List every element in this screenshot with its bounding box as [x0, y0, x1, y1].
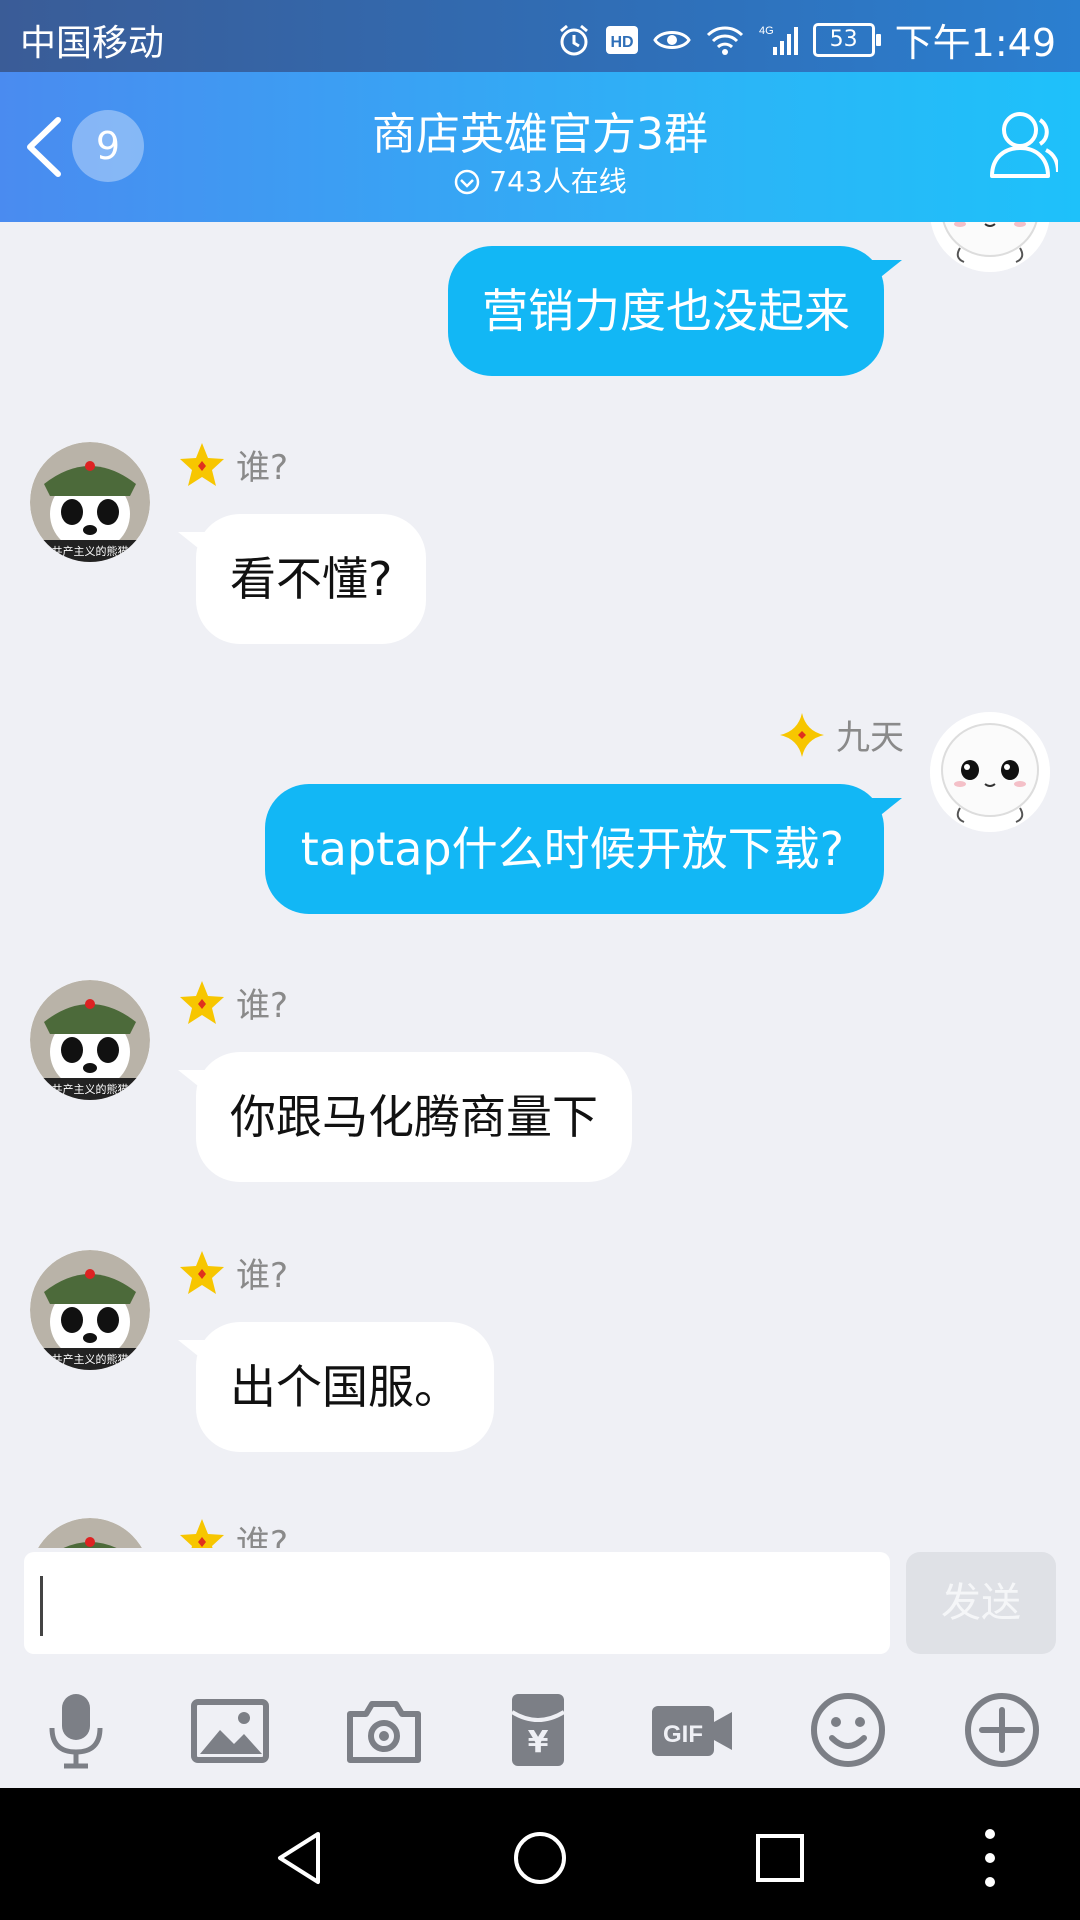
input-bar: 发送 [0, 1548, 1080, 1658]
battery-icon: 53 [812, 22, 881, 57]
sender-name-line: 谁? [178, 440, 288, 489]
svg-text:¥: ¥ [528, 1725, 549, 1760]
wifi-icon [705, 24, 745, 56]
svg-text:共产主义的熊猫: 共产主义的熊猫 [52, 544, 129, 558]
sender-name-line: 谁? [178, 1248, 288, 1297]
system-navigation-bar [0, 1788, 1080, 1920]
sender-name-line: 谁? [178, 1516, 288, 1548]
star-badge-icon [180, 980, 224, 1024]
recents-square-icon[interactable] [750, 1828, 810, 1888]
star-badge-icon [180, 442, 224, 486]
image-icon[interactable] [188, 1688, 272, 1772]
text-cursor [40, 1576, 43, 1636]
message-bubble[interactable]: 看不懂? [196, 514, 427, 644]
home-circle-icon[interactable] [510, 1828, 570, 1888]
input-toolbar: ¥ GIF [0, 1668, 1080, 1788]
carrier-label: 中国移动 [20, 23, 165, 64]
message-bubble[interactable]: 出个国服。 [196, 1322, 494, 1452]
group-members-icon[interactable] [980, 106, 1058, 184]
message-bubble[interactable]: 你跟马化腾商量下 [196, 1052, 632, 1182]
chevron-circle-icon [455, 169, 480, 195]
message-bubble[interactable]: taptap什么时候开放下载? [264, 784, 884, 914]
sender-name-line: 谁? [178, 978, 288, 1027]
hd-icon: HD [605, 25, 639, 55]
online-count: 743人在线 [0, 160, 1080, 200]
signal-icon: 4G [759, 23, 799, 57]
svg-text:共产主义的熊猫: 共产主义的熊猫 [52, 1352, 129, 1366]
chat-header: 9 商店英雄官方3群 743人在线 [0, 72, 1080, 222]
group-title: 商店英雄官方3群 [372, 109, 708, 160]
microphone-icon[interactable] [34, 1688, 118, 1772]
status-bar: 中国移动 HD 4G 53 下午1:49 [0, 0, 1080, 72]
emoji-icon[interactable] [806, 1688, 890, 1772]
svg-text:GIF: GIF [663, 1721, 703, 1748]
sender-avatar[interactable]: 共产主义的熊猫 [30, 442, 150, 562]
star-badge-icon [180, 1518, 224, 1548]
gif-icon[interactable]: GIF [650, 1688, 734, 1772]
camera-icon[interactable] [342, 1688, 426, 1772]
sender-avatar[interactable] [30, 1518, 150, 1548]
clock: 下午1:49 [894, 21, 1056, 65]
star-badge-icon [180, 1250, 224, 1294]
sender-name: 谁? [236, 1256, 289, 1296]
self-avatar[interactable] [930, 712, 1050, 832]
svg-text:4G: 4G [759, 25, 774, 37]
message-input[interactable] [24, 1552, 890, 1654]
send-button[interactable]: 发送 [906, 1552, 1056, 1654]
message-list[interactable]: 营销力度也没起来 共产主义的熊猫 谁? 看不懂? 九天 taptap什么时候开放… [0, 222, 1080, 1548]
plus-icon[interactable] [960, 1688, 1044, 1772]
svg-text:共产主义的熊猫: 共产主义的熊猫 [52, 1082, 129, 1096]
eye-icon [652, 25, 691, 55]
sender-avatar[interactable]: 共产主义的熊猫 [30, 980, 150, 1100]
sender-name: 谁? [236, 448, 289, 488]
sender-name-line: 九天 [778, 710, 904, 759]
more-options-icon[interactable] [960, 1828, 1020, 1888]
diamond-badge-icon [780, 712, 824, 757]
back-triangle-icon[interactable] [270, 1828, 330, 1888]
svg-text:HD: HD [610, 34, 633, 51]
sender-avatar[interactable]: 共产主义的熊猫 [30, 1250, 150, 1370]
sender-name: 谁? [236, 986, 289, 1026]
sender-name: 谁? [236, 1524, 289, 1548]
message-bubble[interactable]: 营销力度也没起来 [448, 246, 884, 376]
self-avatar[interactable] [930, 222, 1050, 272]
red-packet-icon[interactable]: ¥ [496, 1688, 580, 1772]
sender-name: 九天 [836, 718, 904, 758]
alarm-icon [557, 23, 591, 57]
